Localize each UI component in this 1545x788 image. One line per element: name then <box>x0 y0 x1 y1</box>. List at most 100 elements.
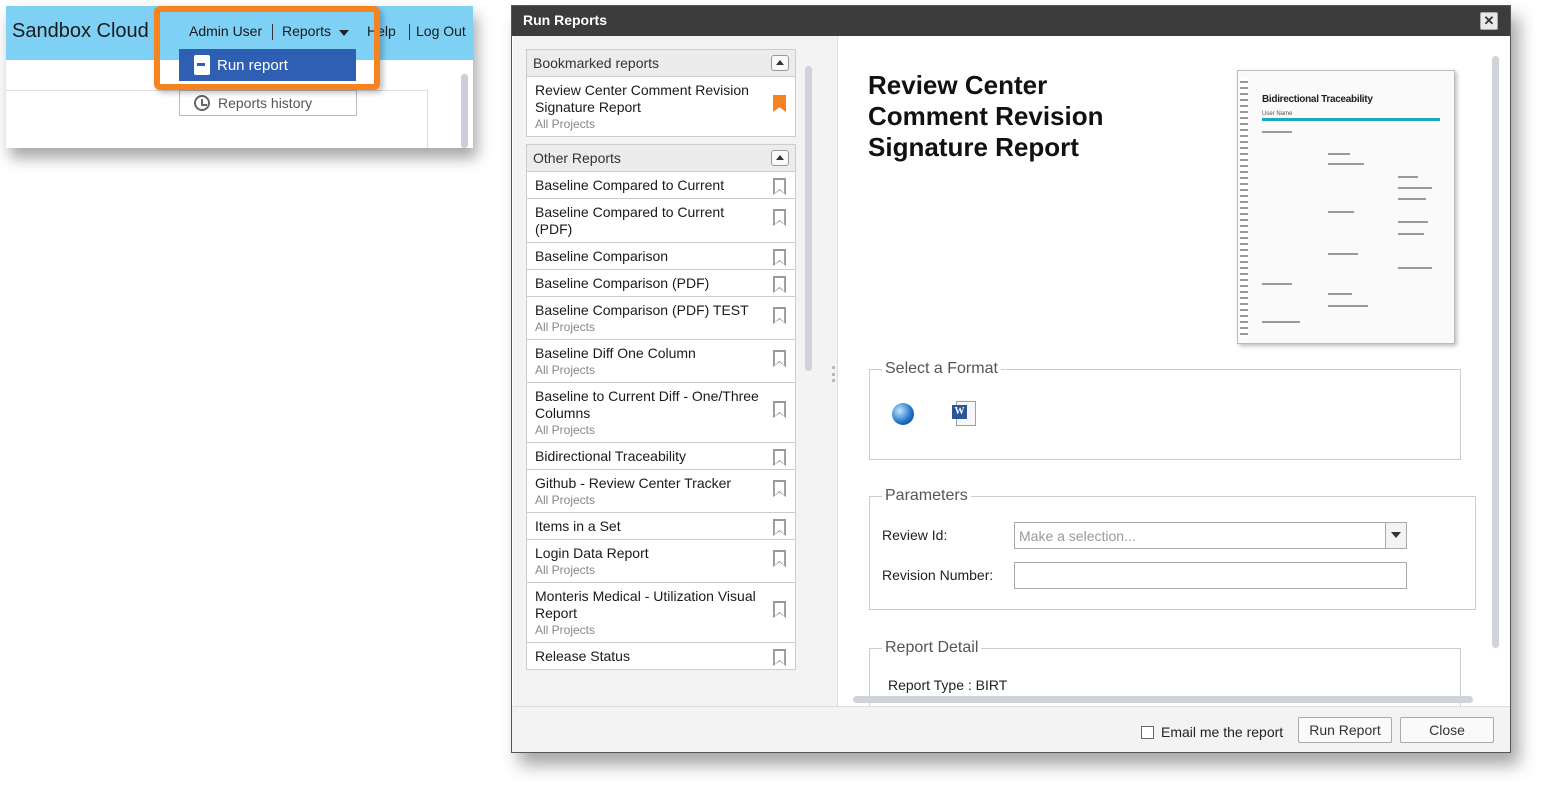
reports-history-label: Reports history <box>218 95 313 111</box>
revision-number-label: Revision Number: <box>882 567 994 583</box>
thumbnail-line <box>1262 131 1292 133</box>
report-list-item[interactable]: Baseline Diff One Column All Projects <box>526 340 796 383</box>
app-scrollbar[interactable] <box>461 74 468 148</box>
report-detail-pane: Review Center Comment Revision Signature… <box>839 36 1499 706</box>
collapse-up-icon[interactable] <box>771 55 789 71</box>
report-name: Login Data Report <box>535 545 649 561</box>
dialog-title: Run Reports <box>523 12 607 28</box>
review-id-placeholder: Make a selection... <box>1019 528 1136 544</box>
report-name: Bidirectional Traceability <box>535 448 686 464</box>
thumbnail-line <box>1398 198 1426 200</box>
detail-vertical-scrollbar[interactable] <box>1492 56 1499 648</box>
word-icon[interactable]: W <box>952 400 980 428</box>
html-globe-icon[interactable] <box>890 400 918 428</box>
collapse-up-icon[interactable] <box>771 150 789 166</box>
revision-number-input[interactable] <box>1014 562 1407 589</box>
email-me-checkbox[interactable] <box>1141 726 1154 739</box>
reports-history-button[interactable]: Reports history <box>179 90 357 116</box>
report-list-item[interactable]: Review Center Comment Revision Signature… <box>526 77 796 137</box>
bookmark-icon[interactable] <box>773 276 786 293</box>
report-name: Release Status <box>535 648 630 664</box>
report-scope: All Projects <box>535 423 596 437</box>
report-name: Baseline Diff One Column <box>535 345 696 361</box>
run-report-icon <box>194 55 210 75</box>
run-report-button[interactable]: Run Report <box>1298 717 1392 743</box>
thumbnail-line <box>1328 163 1364 165</box>
bookmark-icon[interactable] <box>773 209 786 226</box>
bookmark-icon[interactable] <box>773 350 786 367</box>
thumbnail-line <box>1398 267 1432 269</box>
report-list-item[interactable]: Baseline Comparison (PDF) TEST All Projec… <box>526 297 796 340</box>
nav-log-out[interactable]: Log Out <box>416 23 466 39</box>
bookmark-icon[interactable] <box>773 601 786 618</box>
bookmark-icon[interactable] <box>773 307 786 324</box>
report-list-item[interactable]: Bidirectional Traceability <box>526 443 796 470</box>
thumbnail-line <box>1328 153 1350 155</box>
bookmark-icon[interactable] <box>773 401 786 418</box>
report-name: Baseline Comparison (PDF) <box>535 275 710 291</box>
bookmarked-reports-header[interactable]: Bookmarked reports <box>526 49 796 77</box>
dialog-titlebar[interactable]: Run Reports ✕ <box>512 6 1510 36</box>
review-id-select[interactable]: Make a selection... <box>1014 522 1407 549</box>
parameters-legend: Parameters <box>882 487 971 505</box>
nav-separator <box>409 24 410 40</box>
thumbnail-line <box>1328 293 1352 295</box>
report-name: Monteris Medical - Utilization Visual Re… <box>535 588 756 621</box>
report-name: Github - Review Center Tracker <box>535 475 732 491</box>
thumbnail-line <box>1398 176 1418 178</box>
report-scope: All Projects <box>535 623 596 637</box>
report-list-item[interactable]: Release Status <box>526 643 796 670</box>
report-name: Review Center Comment Revision Signature… <box>535 82 749 115</box>
detail-horizontal-scrollbar[interactable] <box>853 696 1473 703</box>
thumbnail-binding <box>1240 77 1248 339</box>
chevron-down-icon[interactable] <box>1385 523 1406 548</box>
other-reports-label: Other Reports <box>533 150 621 166</box>
report-list-item[interactable]: Login Data Report All Projects <box>526 540 796 583</box>
report-detail-legend: Report Detail <box>882 639 982 657</box>
other-reports-list: Baseline Compared to Current Baseline Com… <box>526 172 796 670</box>
bookmarked-reports-label: Bookmarked reports <box>533 55 660 71</box>
thumbnail-line <box>1328 305 1368 307</box>
report-name: Baseline to Current Diff - One/Three Col… <box>535 388 759 421</box>
report-name: Baseline Comparison (PDF) TEST <box>535 302 749 318</box>
report-list-item[interactable]: Baseline Comparison <box>526 243 796 270</box>
bookmark-icon[interactable] <box>773 519 786 536</box>
close-icon[interactable]: ✕ <box>1480 12 1498 30</box>
pane-splitter-handle[interactable] <box>832 366 835 382</box>
close-button[interactable]: Close <box>1400 717 1494 743</box>
bookmark-icon[interactable] <box>773 449 786 466</box>
bookmark-filled-icon[interactable] <box>773 95 786 112</box>
thumbnail-title: Bidirectional Traceability <box>1262 94 1373 105</box>
report-list-item[interactable]: Baseline Comparison (PDF) <box>526 270 796 297</box>
report-list-item[interactable]: Monteris Medical - Utilization Visual Re… <box>526 583 796 643</box>
report-list-item[interactable]: Baseline Compared to Current <box>526 172 796 199</box>
format-legend: Select a Format <box>882 360 1001 378</box>
report-list-item[interactable]: Baseline Compared to Current (PDF) <box>526 199 796 243</box>
report-thumbnail: Bidirectional Traceability User Name <box>1237 70 1455 344</box>
bookmark-icon[interactable] <box>773 550 786 567</box>
app-title: Sandbox Cloud <box>12 20 149 42</box>
thumbnail-line <box>1398 187 1432 189</box>
email-me-label[interactable]: Email me the report <box>1161 724 1283 740</box>
bookmark-icon[interactable] <box>773 480 786 497</box>
menu-item-run-report[interactable]: Run report <box>179 49 356 81</box>
report-list-item[interactable]: Baseline to Current Diff - One/Three Col… <box>526 383 796 443</box>
bookmark-icon[interactable] <box>773 649 786 666</box>
bookmarked-list: Review Center Comment Revision Signature… <box>526 77 796 137</box>
menu-item-run-report-label: Run report <box>217 57 288 74</box>
report-scope: All Projects <box>535 363 596 377</box>
thumbnail-line <box>1262 283 1292 285</box>
report-scope: All Projects <box>535 117 596 131</box>
other-reports-header[interactable]: Other Reports <box>526 144 796 172</box>
report-list-item[interactable]: Github - Review Center Tracker All Projec… <box>526 470 796 513</box>
bookmark-icon[interactable] <box>773 178 786 195</box>
report-list-pane: Bookmarked reports Review Center Comment… <box>513 36 838 706</box>
thumbnail-subtitle: User Name <box>1262 111 1293 117</box>
report-scope: All Projects <box>535 320 596 334</box>
report-list-item[interactable]: Items in a Set <box>526 513 796 540</box>
thumbnail-line <box>1328 253 1358 255</box>
report-list-scrollbar[interactable] <box>805 66 812 371</box>
report-name: Items in a Set <box>535 518 621 534</box>
report-name: Baseline Compared to Current <box>535 177 725 193</box>
bookmark-icon[interactable] <box>773 249 786 266</box>
